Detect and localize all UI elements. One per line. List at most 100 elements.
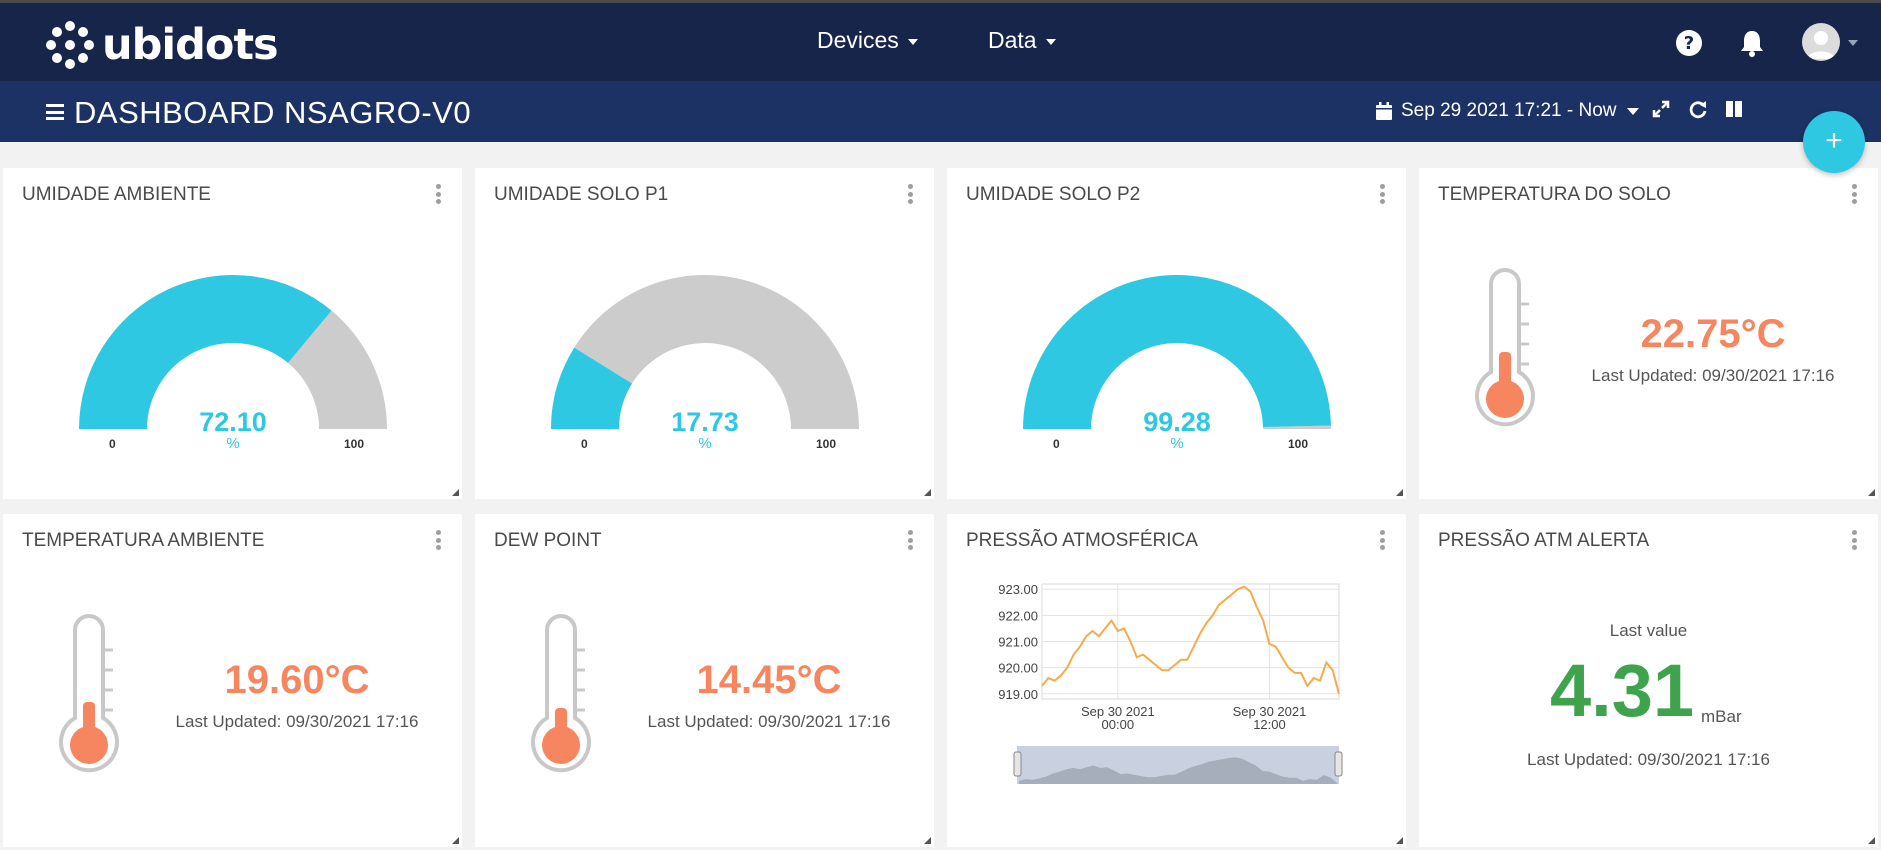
alert-unit: mBar <box>1701 707 1742 726</box>
chevron-down-icon <box>907 39 918 45</box>
hamburger-menu-icon[interactable] <box>46 104 64 120</box>
svg-text:?: ? <box>1684 33 1694 54</box>
ubidots-logo[interactable]: ubidots <box>46 15 279 75</box>
widget-title: UMIDADE AMBIENTE <box>22 184 211 205</box>
alert-value: 4.31 <box>1550 649 1695 732</box>
y-tick-label: 923.00 <box>998 582 1038 597</box>
thermometer-icon <box>531 614 591 773</box>
chevron-down-icon <box>1045 39 1056 45</box>
y-tick-label: 919.00 <box>998 687 1038 702</box>
navigator-left-handle <box>1013 751 1022 777</box>
resize-handle-icon[interactable] <box>1868 837 1875 844</box>
chart-grid <box>1041 583 1340 700</box>
widget-title: PRESSÃO ATMOSFÉRICA <box>966 530 1198 551</box>
gauge-unit: % <box>226 435 240 452</box>
nav-devices-label: Devices <box>817 27 899 53</box>
resize-handle-icon[interactable] <box>924 489 931 496</box>
widget-menu-icon[interactable] <box>1852 530 1858 550</box>
gauge-max: 100 <box>816 437 837 451</box>
temperature-value: 14.45°C <box>696 658 842 702</box>
x-tick-label: 00:00 <box>1102 717 1135 732</box>
logo-text: ubidots <box>102 20 279 70</box>
widget-title: UMIDADE SOLO P1 <box>494 184 669 205</box>
widget-title: TEMPERATURA AMBIENTE <box>22 530 265 551</box>
dashboard-title: DASHBOARD NSAGRO-V0 <box>74 95 472 130</box>
pressure-line-chart[interactable]: 923.00 922.00 921.00 920.00 919.00 Sep 30 20… <box>947 564 1406 822</box>
widget-umidade-solo-p1: UMIDADE SOLO P1 17.73 % 0 100 <box>475 168 934 499</box>
resize-handle-icon[interactable] <box>452 837 459 844</box>
thermometer-icon <box>59 614 119 773</box>
widget-menu-icon[interactable] <box>1380 530 1386 550</box>
bell-icon[interactable] <box>1739 29 1765 57</box>
chevron-down-icon <box>1626 107 1639 115</box>
resize-handle-icon[interactable] <box>924 837 931 844</box>
widget-menu-icon[interactable] <box>1852 184 1858 204</box>
last-updated: Last Updated: 09/30/2021 17:16 <box>1527 750 1770 769</box>
thermometer-icon <box>1475 268 1535 427</box>
date-range-label: Sep 29 2021 17:21 - Now <box>1401 100 1617 121</box>
widget-umidade-ambiente: UMIDADE AMBIENTE 72.10 % 0 100 <box>3 168 462 499</box>
y-tick-label: 922.00 <box>998 608 1038 623</box>
navigator-right-handle <box>1334 751 1343 777</box>
gauge-max: 100 <box>344 437 365 451</box>
dashboard-header: DASHBOARD NSAGRO-V0 Sep 29 2021 17:21 - … <box>0 81 1881 142</box>
gauge-unit: % <box>1170 435 1184 452</box>
widget-umidade-solo-p2: UMIDADE SOLO P2 99.28 % 0 100 <box>947 168 1406 499</box>
nav-devices-menu[interactable]: Devices <box>817 27 918 54</box>
last-updated: Last Updated: 09/30/2021 17:16 <box>647 712 891 731</box>
add-widget-button[interactable]: + <box>1803 111 1865 173</box>
avatar-chevron-icon[interactable] <box>1848 40 1858 46</box>
gauge-fill <box>1023 274 1331 429</box>
gauge-min: 0 <box>1053 437 1060 451</box>
gauge-value: 99.28 <box>1143 407 1211 437</box>
widget-menu-icon[interactable] <box>436 184 442 204</box>
widget-title: PRESSÃO ATM ALERTA <box>1438 530 1650 551</box>
widget-title: UMIDADE SOLO P2 <box>966 184 1141 205</box>
logo-dots-icon <box>46 21 94 69</box>
gauge-value: 17.73 <box>671 407 739 437</box>
y-tick-label: 921.00 <box>998 635 1038 650</box>
columns-icon[interactable] <box>1725 100 1743 118</box>
y-tick-label: 920.00 <box>998 661 1038 676</box>
widget-menu-icon[interactable] <box>1380 184 1386 204</box>
gauge-max: 100 <box>1288 437 1309 451</box>
resize-handle-icon[interactable] <box>1868 489 1875 496</box>
calendar-icon <box>1376 102 1392 120</box>
last-value-label: Last value <box>1609 621 1688 640</box>
widget-title: DEW POINT <box>494 530 602 551</box>
resize-handle-icon[interactable] <box>1396 489 1403 496</box>
temperature-value: 22.75°C <box>1640 312 1786 356</box>
user-icon <box>1807 31 1835 59</box>
x-tick-label: 12:00 <box>1253 717 1286 732</box>
avatar[interactable] <box>1802 23 1840 61</box>
gauge-value: 72.10 <box>199 407 267 437</box>
last-updated: Last Updated: 09/30/2021 17:16 <box>175 712 419 731</box>
widget-temperatura-ambiente: TEMPERATURA AMBIENTE 19.60°C Last Update… <box>3 514 462 847</box>
gauge-min: 0 <box>109 437 116 451</box>
x-axis-ticks: Sep 30 202100:00Sep 30 202112:00 <box>1081 704 1306 732</box>
widget-title: TEMPERATURA DO SOLO <box>1438 184 1671 205</box>
range-navigator[interactable] <box>1013 746 1343 784</box>
nav-data-menu[interactable]: Data <box>988 27 1056 54</box>
resize-handle-icon[interactable] <box>1396 837 1403 844</box>
temperature-value: 19.60°C <box>224 658 370 702</box>
widget-menu-icon[interactable] <box>908 184 914 204</box>
y-axis-ticks: 923.00 922.00 921.00 920.00 919.00 <box>998 582 1038 702</box>
widget-pressao-alerta: PRESSÃO ATM ALERTA Last value 4.31 mBar … <box>1419 514 1878 847</box>
gauge-unit: % <box>698 435 712 452</box>
widget-temperatura-solo: TEMPERATURA DO SOLO 22.75°C Last Updated… <box>1419 168 1878 499</box>
gauge-min: 0 <box>581 437 588 451</box>
widget-pressao-atmosferica: PRESSÃO ATMOSFÉRICA 923.00 922.00 921.00 92… <box>947 514 1406 847</box>
refresh-icon[interactable] <box>1688 100 1708 120</box>
resize-handle-icon[interactable] <box>452 489 459 496</box>
help-icon[interactable]: ? <box>1675 29 1703 57</box>
gauge-fill <box>79 275 332 429</box>
widget-menu-icon[interactable] <box>908 530 914 550</box>
last-updated: Last Updated: 09/30/2021 17:16 <box>1591 366 1835 385</box>
fullscreen-icon[interactable] <box>1652 100 1670 118</box>
widget-dew-point: DEW POINT 14.45°C Last Updated: 09/30/20… <box>475 514 934 847</box>
widget-menu-icon[interactable] <box>436 530 442 550</box>
nav-data-label: Data <box>988 27 1037 53</box>
date-range-picker[interactable]: Sep 29 2021 17:21 - Now <box>1376 100 1639 122</box>
top-navbar: ubidots Devices Data ? <box>0 0 1881 81</box>
